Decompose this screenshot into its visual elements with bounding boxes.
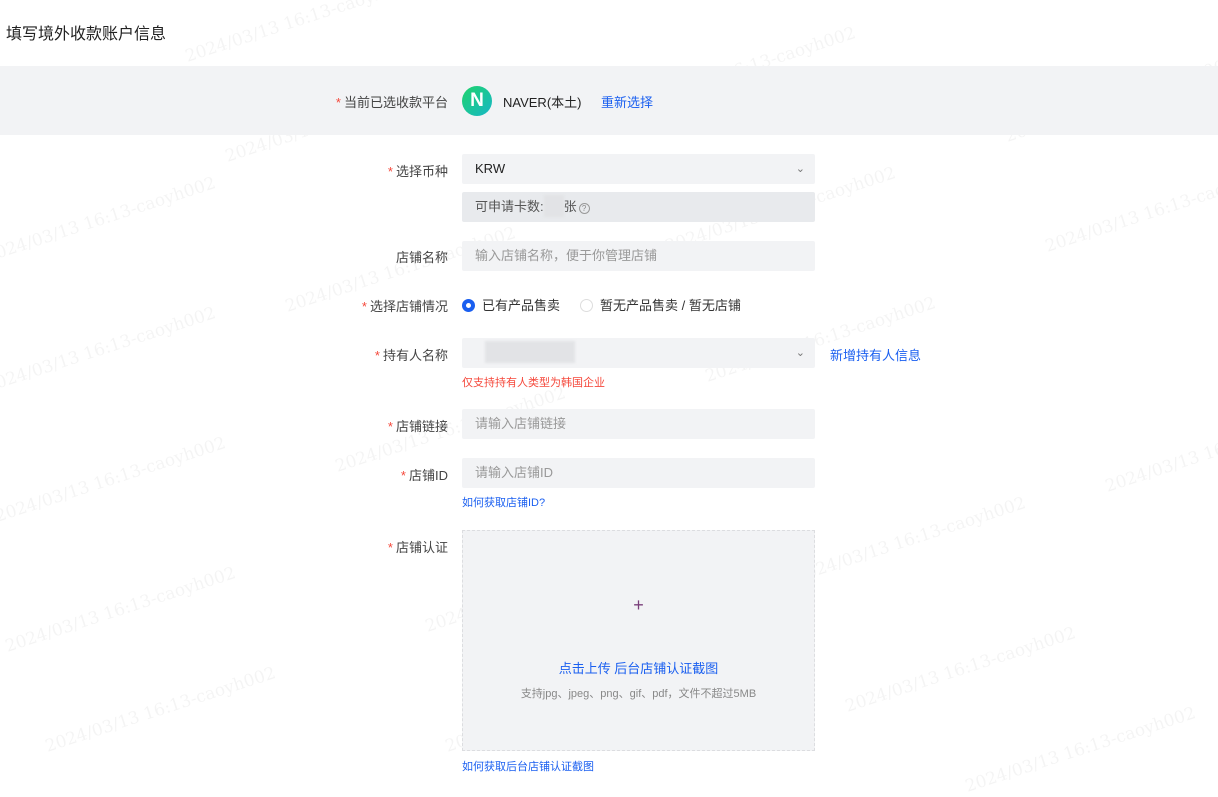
reselect-platform-link[interactable]: 重新选择 — [601, 92, 653, 111]
help-circle-icon[interactable]: ? — [578, 203, 590, 214]
watermark: 2024/03/13 16:13-caoyh002 — [843, 623, 1078, 716]
watermark: 2024/03/13 16:13-caoyh002 — [1103, 403, 1218, 496]
watermark: 2024/03/13 16:13-caoyh002 — [1043, 163, 1218, 256]
shop-name-input[interactable]: 输入店铺名称，便于你管理店铺 — [462, 241, 815, 271]
plus-icon: + — [633, 595, 644, 615]
shop-cert-help-link[interactable]: 如何获取后台店铺认证截图 — [462, 758, 594, 774]
watermark: 2024/03/13 16:13-caoyh002 — [0, 303, 218, 396]
watermark: 2024/03/13 16:13-caoyh002 — [963, 703, 1198, 796]
radio-checked-icon — [462, 299, 475, 312]
platform-label: * 当前已选收款平台 — [335, 95, 448, 110]
currency-select[interactable]: KRW ⌄ — [462, 154, 815, 184]
upload-hint: 支持jpg、jpeg、png、gif、pdf，文件不超过5MB — [520, 688, 757, 700]
redacted-value — [485, 341, 575, 363]
watermark: 2024/03/13 16:13-caoyh002 — [0, 173, 218, 266]
holder-label: * 持有人名称 — [374, 348, 448, 363]
holder-warning: 仅支持持有人类型为韩国企业 — [462, 377, 605, 389]
page-title: 填写境外收款账户信息 — [6, 26, 167, 43]
redacted-value — [543, 195, 564, 217]
shop-status-radio-has-products[interactable]: 已有产品售卖 — [462, 295, 560, 314]
shop-link-input[interactable]: 请输入店铺链接 — [462, 409, 815, 439]
card-count-info: 可申请卡数: 张? — [462, 192, 815, 222]
shop-id-help-link[interactable]: 如何获取店铺ID? — [462, 494, 545, 510]
upload-text[interactable]: 点击上传 后台店铺认证截图 — [463, 658, 814, 677]
chevron-down-icon: ⌄ — [795, 347, 805, 359]
shop-cert-label: * 店铺认证 — [387, 540, 448, 555]
shop-cert-upload[interactable]: + 点击上传 后台店铺认证截图 支持jpg、jpeg、png、gif、pdf，文… — [462, 530, 815, 751]
shop-id-label: * 店铺ID — [400, 468, 448, 483]
shop-status-label: * 选择店铺情况 — [361, 299, 448, 314]
chevron-down-icon: ⌄ — [795, 163, 805, 175]
watermark: 2024/03/13 16:13-caoyh002 — [0, 433, 228, 526]
watermark: 2024/03/13 16:13-caoyh002 — [183, 0, 418, 67]
currency-label: * 选择币种 — [387, 164, 448, 179]
watermark: 2024/03/13 16:13-caoyh002 — [793, 493, 1028, 586]
shop-name-label: 店铺名称 — [395, 250, 448, 265]
shop-id-input[interactable]: 请输入店铺ID — [462, 458, 815, 488]
radio-unchecked-icon — [580, 299, 593, 312]
shop-status-radio-no-products[interactable]: 暂无产品售卖 / 暂无店铺 — [580, 295, 741, 314]
shop-link-label: * 店铺链接 — [387, 419, 448, 434]
watermark: 2024/03/13 16:13-caoyh002 — [3, 563, 238, 656]
watermark: 2024/03/13 16:13-caoyh002 — [43, 663, 278, 756]
platform-name: NAVER(本土) — [503, 95, 582, 110]
naver-logo-icon: N — [462, 86, 492, 116]
add-holder-link[interactable]: 新增持有人信息 — [830, 345, 921, 364]
holder-select[interactable]: ⌄ — [462, 338, 815, 368]
